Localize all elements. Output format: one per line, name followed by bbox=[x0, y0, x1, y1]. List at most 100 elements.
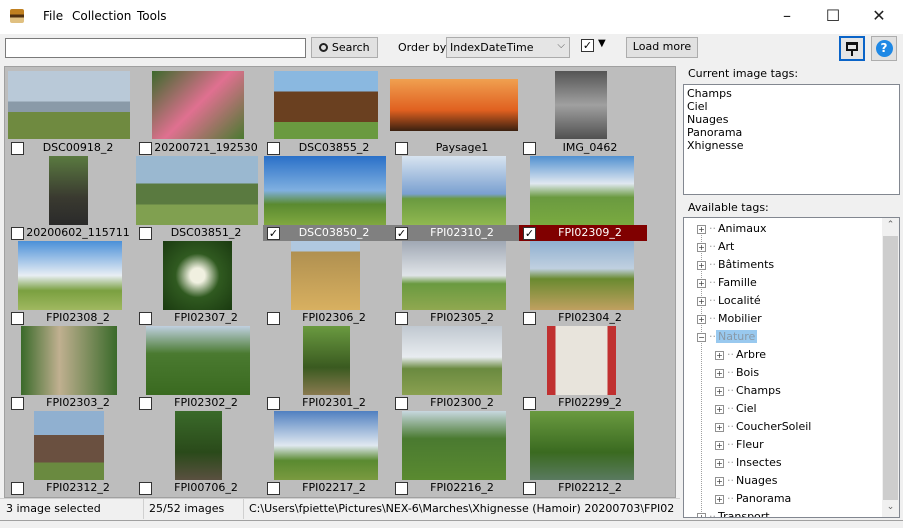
order-by-select[interactable]: IndexDateTime ⌵ bbox=[446, 37, 570, 58]
menu-tools[interactable]: Tools bbox=[137, 9, 167, 23]
thumbnail-checkbox[interactable] bbox=[523, 397, 536, 410]
thumbnail-caption[interactable]: 20200721_192530 bbox=[135, 140, 263, 156]
expand-icon[interactable]: + bbox=[697, 224, 706, 234]
tag-tree-item[interactable]: + ·· Famille bbox=[697, 275, 759, 291]
thumbnail-checkbox[interactable] bbox=[139, 312, 152, 325]
filter-checkbox[interactable]: ✓ bbox=[581, 39, 594, 52]
search-button[interactable]: Search bbox=[311, 37, 378, 58]
expand-icon[interactable]: + bbox=[715, 422, 724, 432]
thumbnail-caption[interactable]: FPI02212_2 bbox=[519, 480, 647, 496]
thumbnail-caption[interactable]: FPI02306_2 bbox=[263, 310, 391, 326]
thumbnail-checkbox[interactable] bbox=[11, 312, 24, 325]
thumbnail-image[interactable] bbox=[264, 156, 386, 225]
thumbnail-image[interactable] bbox=[530, 241, 634, 310]
current-tags-list[interactable]: Champs Ciel Nuages Panorama Xhignesse bbox=[683, 84, 900, 195]
thumbnail-checkbox[interactable]: ✓ bbox=[267, 227, 280, 240]
scroll-up-icon[interactable]: ⌃ bbox=[882, 220, 899, 234]
filter-dropdown-arrow[interactable]: ▼ bbox=[598, 38, 606, 49]
thumbnail-caption[interactable]: ✓ FPI02310_2 bbox=[391, 225, 519, 241]
thumbnail-image[interactable] bbox=[274, 411, 378, 480]
thumbnail-checkbox[interactable] bbox=[523, 312, 536, 325]
expand-icon[interactable]: + bbox=[715, 350, 724, 360]
expand-icon[interactable]: + bbox=[715, 476, 724, 486]
thumbnail-checkbox[interactable]: ✓ bbox=[395, 227, 408, 240]
help-button[interactable]: ? bbox=[871, 36, 897, 61]
thumbnail-caption[interactable]: Paysage1 bbox=[391, 140, 519, 156]
expand-icon[interactable]: + bbox=[715, 440, 724, 450]
thumbnail-image[interactable] bbox=[175, 411, 222, 480]
thumbnail-image[interactable] bbox=[547, 326, 616, 395]
thumbnail-checkbox[interactable] bbox=[11, 397, 24, 410]
expand-icon[interactable]: + bbox=[697, 242, 706, 252]
tag-tree-item[interactable]: + ·· Animaux bbox=[697, 221, 769, 237]
thumbnail-checkbox[interactable] bbox=[139, 142, 152, 155]
current-tag[interactable]: Nuages bbox=[687, 113, 896, 126]
thumbnail-checkbox[interactable] bbox=[523, 142, 536, 155]
tag-tree-item[interactable]: + ·· Art bbox=[697, 239, 736, 255]
thumbnail-image[interactable] bbox=[402, 241, 506, 310]
thumbnail-caption[interactable]: 20200602_115711 bbox=[7, 225, 135, 241]
thumbnail-image[interactable] bbox=[8, 71, 130, 139]
thumbnail-checkbox[interactable] bbox=[523, 482, 536, 495]
thumbnail-image[interactable] bbox=[21, 326, 117, 395]
search-input[interactable] bbox=[5, 38, 306, 58]
thumbnail-caption[interactable]: ✓ DSC03850_2 bbox=[263, 225, 391, 241]
thumbnail-checkbox[interactable] bbox=[267, 482, 280, 495]
minimize-button[interactable]: – bbox=[764, 4, 810, 28]
current-tag[interactable]: Panorama bbox=[687, 126, 896, 139]
tag-tree-item[interactable]: + ·· CoucherSoleil bbox=[715, 419, 813, 435]
expand-icon[interactable]: + bbox=[715, 404, 724, 414]
tag-tree-item[interactable]: + ·· Bois bbox=[715, 365, 761, 381]
expand-icon[interactable]: + bbox=[697, 260, 706, 270]
thumbnail-image[interactable] bbox=[303, 326, 350, 395]
thumbnail-checkbox[interactable]: ✓ bbox=[523, 227, 536, 240]
thumbnail-checkbox[interactable] bbox=[11, 142, 24, 155]
close-button[interactable]: ✕ bbox=[856, 4, 902, 28]
thumbnail-image[interactable] bbox=[402, 326, 502, 395]
scroll-thumb[interactable] bbox=[883, 236, 898, 500]
available-tags-tree[interactable]: ⌃ ⌄ + ·· Animaux + ·· Art + ·· Bâtiments + ·· Famil… bbox=[683, 217, 900, 518]
thumbnail-caption[interactable]: FPI02300_2 bbox=[391, 395, 519, 411]
thumbnail-caption[interactable]: FPI02302_2 bbox=[135, 395, 263, 411]
thumbnail-checkbox[interactable] bbox=[139, 482, 152, 495]
thumbnail-image[interactable] bbox=[34, 411, 104, 480]
thumbnail-caption[interactable]: FPI02308_2 bbox=[7, 310, 135, 326]
current-tag[interactable]: Xhignesse bbox=[687, 139, 896, 152]
thumbnail-checkbox[interactable] bbox=[395, 312, 408, 325]
tag-tree-item[interactable]: − ·· Nature bbox=[697, 329, 758, 345]
thumbnail-checkbox[interactable] bbox=[267, 142, 280, 155]
thumbnail-caption[interactable]: IMG_0462 bbox=[519, 140, 647, 156]
thumbnail-image[interactable] bbox=[402, 411, 506, 480]
expand-icon[interactable]: + bbox=[697, 314, 706, 324]
thumbnail-image[interactable] bbox=[390, 79, 518, 131]
thumbnail-image[interactable] bbox=[49, 156, 88, 225]
thumbnail-image[interactable] bbox=[163, 241, 232, 310]
thumbnail-image[interactable] bbox=[555, 71, 607, 139]
tag-tree-item[interactable]: + ·· Localité bbox=[697, 293, 763, 309]
thumbnail-checkbox[interactable] bbox=[395, 482, 408, 495]
thumbnail-caption[interactable]: DSC03851_2 bbox=[135, 225, 263, 241]
thumbnail-checkbox[interactable] bbox=[11, 482, 24, 495]
thumbnail-checkbox[interactable] bbox=[139, 397, 152, 410]
maximize-button[interactable]: ☐ bbox=[810, 4, 856, 28]
thumbnail-caption[interactable]: DSC00918_2 bbox=[7, 140, 135, 156]
tag-tree-item[interactable]: + ·· Bâtiments bbox=[697, 257, 776, 273]
thumbnail-caption[interactable]: FPI02307_2 bbox=[135, 310, 263, 326]
thumbnail-caption[interactable]: FPI02304_2 bbox=[519, 310, 647, 326]
tag-tree-item[interactable]: + ·· Fleur bbox=[715, 437, 766, 453]
thumbnail-caption[interactable]: FPI02305_2 bbox=[391, 310, 519, 326]
expand-icon[interactable]: + bbox=[715, 458, 724, 468]
tag-tree-item[interactable]: + ·· Ciel bbox=[715, 401, 759, 417]
tag-tree-item[interactable]: + ·· Insectes bbox=[715, 455, 784, 471]
thumbnail-caption[interactable]: FPI02303_2 bbox=[7, 395, 135, 411]
expand-icon[interactable]: + bbox=[715, 494, 724, 504]
thumbnail-checkbox[interactable] bbox=[395, 142, 408, 155]
thumbnail-checkbox[interactable] bbox=[267, 397, 280, 410]
thumbnail-image[interactable] bbox=[291, 241, 360, 310]
load-more-button[interactable]: Load more bbox=[626, 37, 698, 58]
thumbnail-image[interactable] bbox=[402, 156, 506, 225]
thumbnail-image[interactable] bbox=[530, 411, 634, 480]
tag-tree-item[interactable]: + ·· Mobilier bbox=[697, 311, 764, 327]
tag-tree-item[interactable]: + ·· Nuages bbox=[715, 473, 779, 489]
thumbnail-caption[interactable]: DSC03855_2 bbox=[263, 140, 391, 156]
